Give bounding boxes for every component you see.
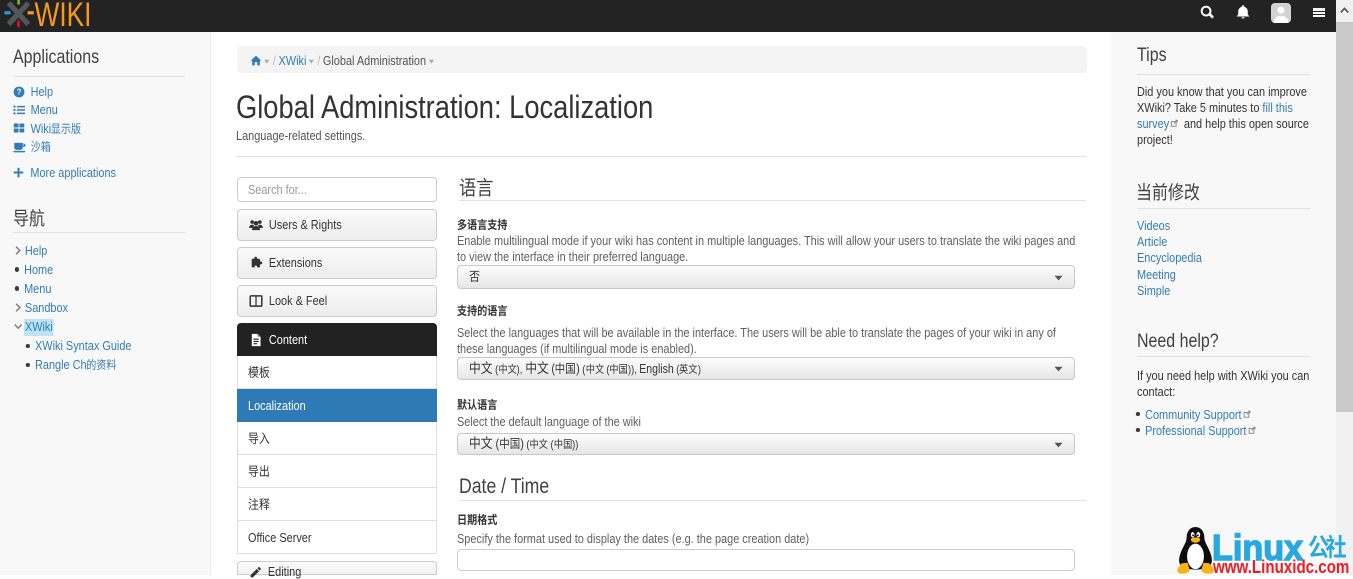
svg-text:?: ?	[17, 87, 22, 96]
svg-text:WIKI: WIKI	[35, 0, 92, 32]
